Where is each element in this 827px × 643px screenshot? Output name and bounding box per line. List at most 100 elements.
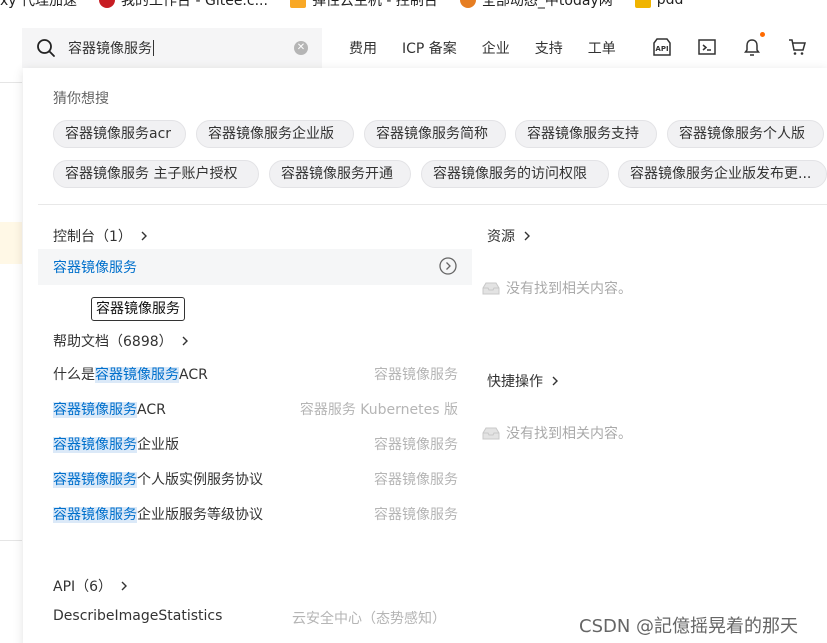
suggestion-chip[interactable]: 容器镜像服务个人版 bbox=[667, 120, 824, 148]
clear-icon[interactable]: ✕ bbox=[294, 41, 308, 55]
quick-actions-empty-state: 没有找到相关内容。 bbox=[482, 423, 632, 443]
doc-category: 容器镜像服务 bbox=[374, 507, 458, 523]
doc-category: 容器镜像服务 bbox=[374, 472, 458, 488]
suggestion-chip[interactable]: 容器镜像服务企业版发布更... bbox=[618, 160, 827, 188]
doc-title-match: 容器镜像服务 bbox=[53, 507, 137, 523]
doc-title-match: 容器镜像服务 bbox=[53, 437, 137, 453]
guess-label: 猜你想搜 bbox=[53, 91, 109, 107]
bell-icon[interactable] bbox=[742, 37, 762, 57]
api-icon[interactable]: API bbox=[652, 37, 672, 57]
search-value: 容器镜像服务 bbox=[68, 41, 152, 57]
svg-text:API: API bbox=[655, 45, 668, 53]
doc-result-row[interactable]: 什么是容器镜像服务ACR 容器镜像服务 bbox=[53, 364, 458, 384]
doc-result-row[interactable]: 容器镜像服务个人版实例服务协议 容器镜像服务 bbox=[53, 469, 458, 489]
background-divider bbox=[0, 82, 22, 83]
background-divider bbox=[0, 540, 22, 541]
doc-title: 容器镜像服务企业版 bbox=[53, 437, 179, 453]
search-icon bbox=[37, 39, 55, 57]
site-favicon bbox=[459, 0, 476, 8]
doc-title-match: 容器镜像服务 bbox=[53, 472, 137, 488]
resources-empty-state: 没有找到相关内容。 bbox=[482, 278, 632, 298]
notification-dot bbox=[760, 32, 765, 37]
site-favicon bbox=[634, 0, 651, 8]
bookmark-item[interactable]: 弹性云主机 - 控制台 bbox=[289, 0, 438, 10]
gitee-favicon bbox=[99, 0, 116, 8]
doc-title: 容器镜像服务企业版服务等级协议 bbox=[53, 507, 263, 523]
text-caret bbox=[153, 40, 154, 56]
nav-link[interactable]: 费用 bbox=[349, 38, 377, 58]
bookmark-label: 弹性云主机 - 控制台 bbox=[311, 0, 438, 9]
bookmark-item[interactable]: pdd bbox=[634, 0, 683, 8]
nav-link[interactable]: 工单 bbox=[588, 38, 616, 58]
suggestion-chip[interactable]: 容器镜像服务的访问权限 bbox=[421, 160, 609, 188]
nav-link[interactable]: ICP 备案 bbox=[402, 38, 457, 58]
bookmark-item[interactable]: 全部动态_中today网 bbox=[459, 0, 613, 10]
terminal-icon[interactable] bbox=[697, 37, 717, 57]
console-result-label: 容器镜像服务 bbox=[53, 260, 137, 276]
doc-title-text: ACR bbox=[137, 402, 166, 418]
bookmark-label: 我的工作台 - Gitee.c... bbox=[121, 0, 268, 9]
doc-title-text: 个人版实例服务协议 bbox=[137, 472, 263, 488]
suggestion-chip[interactable]: 容器镜像服务开通 bbox=[269, 160, 411, 188]
docs-title-label: 帮助文档（6898） bbox=[53, 334, 173, 350]
api-name: DescribeImageStatistics bbox=[53, 608, 223, 624]
doc-title: 容器镜像服务个人版实例服务协议 bbox=[53, 472, 263, 488]
chevron-right-icon bbox=[182, 336, 188, 346]
nav-link[interactable]: 支持 bbox=[535, 38, 563, 58]
console-title-label: 控制台（1） bbox=[53, 229, 132, 245]
empty-box-icon bbox=[482, 427, 500, 440]
empty-text: 没有找到相关内容。 bbox=[506, 426, 632, 442]
api-title-label: API（6） bbox=[53, 579, 113, 595]
empty-text: 没有找到相关内容。 bbox=[506, 281, 632, 297]
suggestion-chip[interactable]: 容器镜像服务acr bbox=[53, 120, 186, 148]
doc-title: 什么是容器镜像服务ACR bbox=[53, 367, 208, 383]
doc-category: 容器镜像服务 bbox=[374, 437, 458, 453]
background-highlight bbox=[0, 222, 22, 264]
suggestion-chip[interactable]: 容器镜像服务简称 bbox=[364, 120, 506, 148]
top-nav: 费用 ICP 备案 企业 支持 工单 bbox=[349, 38, 641, 58]
doc-category: 容器镜像服务 bbox=[374, 367, 458, 383]
quick-actions-group-title[interactable]: 快捷操作 bbox=[487, 371, 559, 391]
folder-favicon bbox=[289, 0, 306, 8]
doc-result-row[interactable]: 容器镜像服务企业版 容器镜像服务 bbox=[53, 434, 458, 454]
doc-title-text: 企业版 bbox=[137, 437, 179, 453]
cart-icon[interactable] bbox=[787, 37, 807, 57]
watermark: CSDN @記億摇晃着的那天 bbox=[579, 616, 799, 637]
resources-title-label: 资源 bbox=[487, 229, 515, 245]
doc-category: 容器服务 Kubernetes 版 bbox=[299, 402, 458, 418]
chevron-right-icon bbox=[524, 231, 530, 241]
bookmark-item[interactable]: xy 代理加速 bbox=[0, 0, 77, 10]
chevron-right-icon bbox=[121, 581, 128, 591]
tooltip: 容器镜像服务 bbox=[91, 297, 185, 321]
console-group-title[interactable]: 控制台（1） bbox=[53, 226, 148, 246]
empty-box-icon bbox=[482, 282, 500, 295]
doc-title-text: ACR bbox=[179, 367, 208, 383]
api-group-title[interactable]: API（6） bbox=[53, 576, 128, 596]
bookmark-label: xy 代理加速 bbox=[0, 0, 78, 9]
doc-title: 容器镜像服务ACR bbox=[53, 402, 166, 418]
search-input[interactable]: 容器镜像服务 ✕ bbox=[22, 28, 322, 68]
screen: xy 代理加速 我的工作台 - Gitee.c... 弹性云主机 - 控制台 全… bbox=[0, 0, 827, 643]
suggestion-chip[interactable]: 容器镜像服务企业版 bbox=[196, 120, 354, 148]
search-suggestion-panel: 猜你想搜 容器镜像服务acr 容器镜像服务企业版 容器镜像服务简称 容器镜像服务… bbox=[23, 68, 827, 643]
doc-result-row[interactable]: 容器镜像服务ACR 容器服务 Kubernetes 版 bbox=[53, 399, 458, 419]
bookmarks-bar: xy 代理加速 我的工作台 - Gitee.c... 弹性云主机 - 控制台 全… bbox=[0, 0, 827, 9]
chevron-right-icon bbox=[552, 376, 558, 386]
chevron-right-icon bbox=[141, 231, 147, 241]
quick-actions-title-label: 快捷操作 bbox=[487, 374, 543, 390]
nav-link[interactable]: 企业 bbox=[482, 38, 510, 58]
docs-group-title[interactable]: 帮助文档（6898） bbox=[53, 331, 189, 351]
doc-title-text: 企业版服务等级协议 bbox=[137, 507, 263, 523]
section-divider bbox=[38, 204, 827, 205]
arrow-right-circle-icon[interactable] bbox=[439, 257, 457, 275]
bookmark-item[interactable]: 我的工作台 - Gitee.c... bbox=[99, 0, 268, 10]
suggestion-chip[interactable]: 容器镜像服务支持 bbox=[515, 120, 657, 148]
doc-title-match: 容器镜像服务 bbox=[53, 402, 137, 418]
doc-result-row[interactable]: 容器镜像服务企业版服务等级协议 容器镜像服务 bbox=[53, 504, 458, 524]
bookmark-label: 全部动态_中today网 bbox=[481, 0, 613, 9]
doc-title-text: 什么是 bbox=[53, 367, 95, 383]
api-result-row[interactable]: DescribeImageStatistics 云安全中心（态势感知） bbox=[53, 608, 458, 627]
suggestion-chip[interactable]: 容器镜像服务 主子账户授权 bbox=[53, 160, 259, 188]
resources-group-title[interactable]: 资源 bbox=[487, 226, 531, 246]
doc-title-match: 容器镜像服务 bbox=[95, 367, 179, 383]
